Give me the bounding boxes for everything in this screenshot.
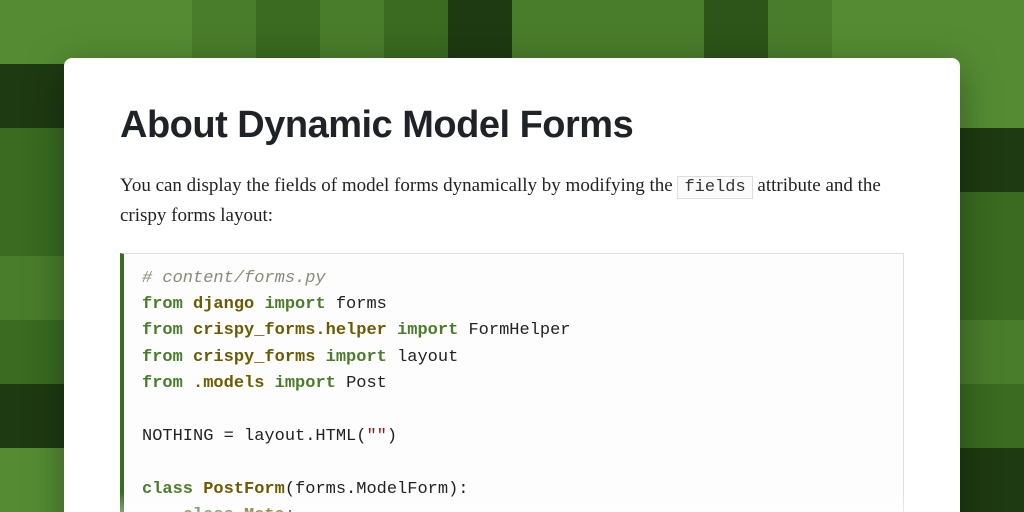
code-block: # content/forms.py from django import fo…	[120, 253, 904, 512]
article-card: About Dynamic Model Forms You can displa…	[64, 58, 960, 512]
intro-paragraph: You can display the fields of model form…	[120, 171, 904, 231]
page-title: About Dynamic Model Forms	[120, 104, 904, 147]
intro-text-before: You can display the fields of model form…	[120, 175, 677, 196]
inline-code-fields: fields	[677, 176, 752, 199]
code-comment: # content/forms.py	[142, 269, 326, 288]
